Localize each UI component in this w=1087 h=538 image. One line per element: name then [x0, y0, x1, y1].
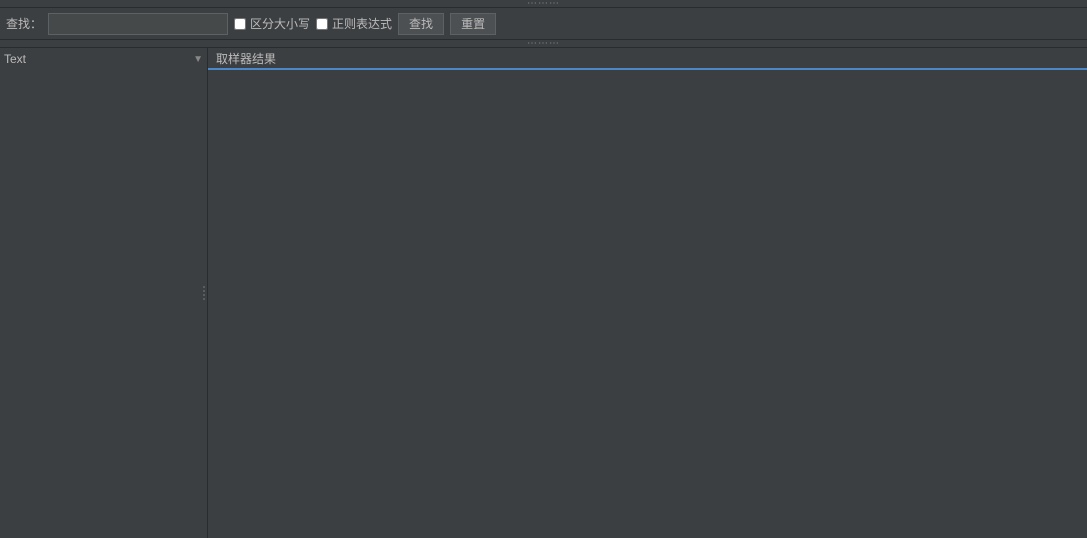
right-panel-title: 取样器结果 — [216, 50, 276, 67]
reset-button[interactable]: 重置 — [450, 13, 496, 35]
vdrag-dot-4 — [203, 298, 205, 300]
right-panel: 取样器结果 — [208, 48, 1087, 538]
dropdown-arrow-icon[interactable]: ▼ — [193, 54, 203, 65]
regex-label: 正则表达式 — [332, 15, 392, 32]
right-panel-header: 取样器结果 — [208, 48, 1087, 70]
case-sensitive-checkbox[interactable] — [234, 18, 246, 30]
left-panel-item-text: Text — [4, 52, 193, 66]
search-label: 查找： — [6, 15, 42, 32]
vdrag-dot-1 — [203, 286, 205, 288]
search-bar: 查找： 区分大小写 正则表达式 查找 重置 — [0, 8, 1087, 40]
search-button[interactable]: 查找 — [398, 13, 444, 35]
regex-checkbox[interactable] — [316, 18, 328, 30]
case-sensitive-group: 区分大小写 — [234, 15, 310, 32]
vdrag-dot-2 — [203, 290, 205, 292]
regex-group: 正则表达式 — [316, 15, 392, 32]
right-panel-body — [208, 70, 1087, 538]
main-content: Text ▼ 取样器结果 — [0, 48, 1087, 538]
top-drag-handle[interactable]: ⋯⋯⋯ — [0, 0, 1087, 8]
mid-drag-handle[interactable]: ⋯⋯⋯ — [0, 40, 1087, 48]
vertical-drag-handle[interactable] — [201, 278, 207, 308]
case-sensitive-label: 区分大小写 — [250, 15, 310, 32]
drag-dots-top: ⋯⋯⋯ — [527, 0, 560, 9]
left-panel: Text ▼ — [0, 48, 208, 538]
left-panel-item[interactable]: Text ▼ — [0, 48, 207, 70]
search-input[interactable] — [48, 13, 228, 35]
vdrag-dot-3 — [203, 294, 205, 296]
